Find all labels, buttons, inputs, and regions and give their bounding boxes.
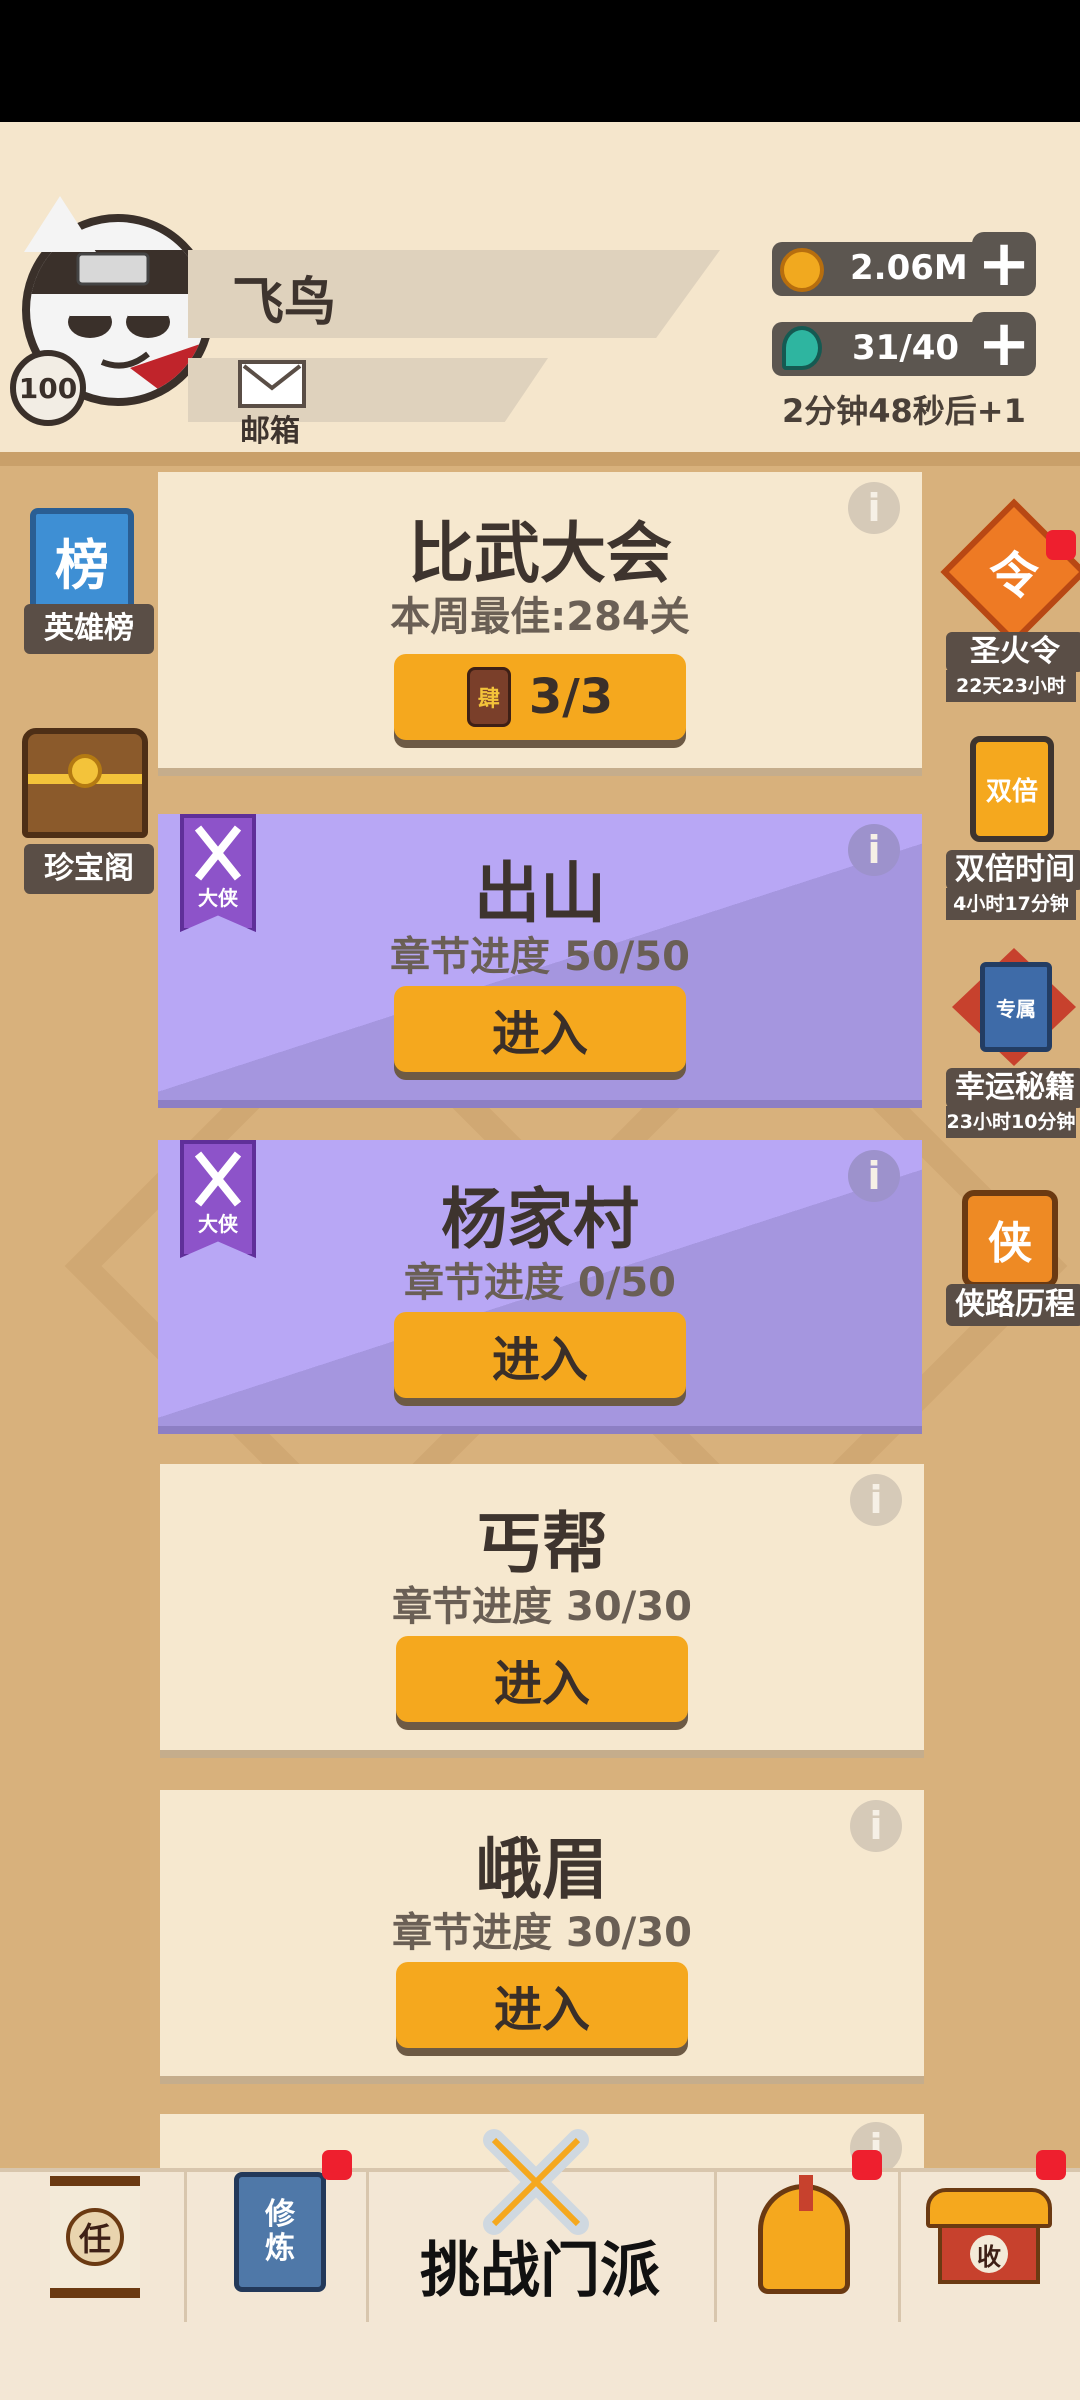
secret-book-label[interactable]: 幸运秘籍	[946, 1068, 1080, 1108]
secret-book-icon[interactable]: 专属	[980, 962, 1052, 1052]
chapter-title: 丐帮	[476, 1505, 608, 1582]
notification-dot	[1046, 530, 1076, 560]
arena-title: 比武大会	[408, 515, 672, 592]
enter-button[interactable]: 进入	[396, 1962, 688, 2048]
mail-label: 邮箱	[240, 414, 300, 449]
energy-gem-icon	[782, 326, 822, 370]
mail-icon[interactable]	[238, 360, 306, 408]
arena-best: 本周最佳:284关	[390, 594, 690, 640]
nav-divider	[184, 2172, 187, 2322]
chapter-progress: 章节进度 30/30	[392, 1910, 692, 1956]
treasure-label[interactable]: 珍宝阁	[24, 844, 154, 894]
notification-dot	[852, 2150, 882, 2180]
enter-button[interactable]: 进入	[394, 986, 686, 1072]
cultivate-book-icon[interactable]: 修炼	[234, 2172, 326, 2292]
task-scroll-icon[interactable]: 任	[50, 2176, 140, 2298]
add-energy-button[interactable]: +	[972, 312, 1036, 376]
holy-flame-timer: 22天23小时	[946, 670, 1076, 702]
collect-icon-text: 收	[970, 2235, 1008, 2273]
chapter-card: i 丐帮 章节进度 30/30 进入	[160, 1464, 924, 1750]
secret-book-timer: 23小时10分钟	[946, 1106, 1076, 1138]
nav-divider	[898, 2172, 901, 2322]
double-time-label[interactable]: 双倍时间	[946, 850, 1080, 890]
hair-spike-icon	[24, 196, 96, 252]
energy-amount: 31/40	[852, 328, 960, 368]
chapter-card: 大侠 i 杨家村 章节进度 0/50 进入	[158, 1140, 922, 1426]
player-level-badge: 100	[10, 350, 86, 426]
chapter-title: 出山	[474, 855, 606, 932]
chapter-progress: 章节进度 30/30	[392, 1584, 692, 1630]
hero-journey-icon[interactable]: 侠	[962, 1190, 1058, 1288]
notification-dot	[322, 2150, 352, 2180]
chapter-title: 峨眉	[476, 1831, 608, 1908]
chapter-title: 杨家村	[441, 1181, 639, 1258]
arena-ticket-button[interactable]: 肆 3/3	[394, 654, 686, 740]
chapter-progress: 章节进度 0/50	[403, 1260, 677, 1306]
energy-regen-timer: 2分钟48秒后+1	[782, 392, 1026, 430]
ticket-icon: 肆	[466, 667, 511, 727]
treasure-chest-icon[interactable]	[22, 728, 148, 838]
collect-building-icon[interactable]: 收	[926, 2178, 1052, 2286]
chapter-card: 大侠 i 出山 章节进度 50/50 进入	[158, 814, 922, 1100]
double-time-timer: 4小时17分钟	[946, 888, 1076, 920]
task-icon-text: 任	[66, 2208, 124, 2266]
notification-dot	[1036, 2150, 1066, 2180]
player-name: 飞鸟	[232, 273, 337, 333]
nav-divider	[714, 2172, 717, 2322]
helmet-icon[interactable]	[758, 2175, 850, 2294]
enter-button[interactable]: 进入	[396, 1636, 688, 1722]
challenge-sect-label[interactable]: 挑战门派	[370, 2222, 710, 2309]
envelope-icon	[242, 364, 302, 391]
arena-card: i 比武大会 本周最佳:284关 肆 3/3	[158, 472, 922, 768]
ranking-icon[interactable]: 榜	[30, 508, 134, 612]
chapter-progress: 章节进度 50/50	[390, 934, 690, 980]
double-time-icon[interactable]: 双倍	[970, 736, 1054, 842]
nav-divider	[366, 2172, 369, 2322]
coin-amount: 2.06M	[850, 248, 968, 288]
enter-button[interactable]: 进入	[394, 1312, 686, 1398]
header-divider	[0, 452, 1080, 466]
hero-journey-label[interactable]: 侠路历程	[946, 1284, 1080, 1326]
ticket-count: 3/3	[528, 669, 614, 725]
ranking-label[interactable]: 英雄榜	[24, 604, 154, 654]
add-coins-button[interactable]: +	[972, 232, 1036, 296]
coin-icon	[780, 248, 824, 292]
holy-flame-label[interactable]: 圣火令	[946, 632, 1080, 672]
status-bar	[0, 0, 1080, 122]
chapter-card: i 峨眉 章节进度 30/30 进入	[160, 1790, 924, 2076]
system-nav-bar	[0, 2328, 1080, 2400]
